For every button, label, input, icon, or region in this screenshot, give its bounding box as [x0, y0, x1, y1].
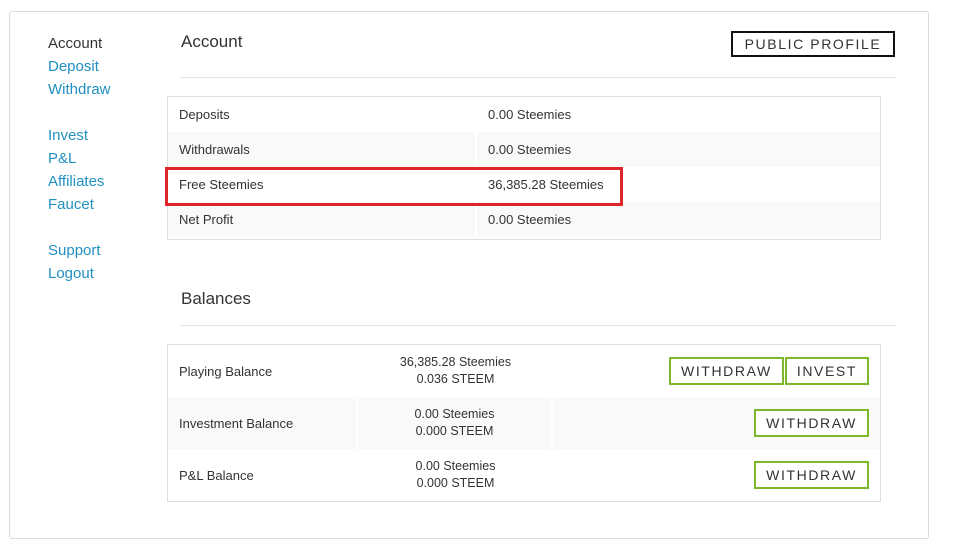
balance-steem: 0.000 STEEM	[415, 424, 494, 438]
row-label: Withdrawals	[168, 132, 477, 167]
investment-withdraw-button[interactable]: WITHDRAW	[754, 409, 869, 437]
table-row: Playing Balance 36,385.28 Steemies 0.036…	[168, 345, 880, 397]
table-row: Withdrawals 0.00 Steemies	[168, 132, 880, 167]
table-row: P&L Balance 0.00 Steemies 0.000 STEEM WI…	[168, 449, 880, 501]
row-label: Deposits	[179, 107, 230, 122]
account-summary-table: Deposits 0.00 Steemies Withdrawals 0.00 …	[167, 96, 881, 240]
row-label: Free Steemies	[179, 177, 264, 192]
table-row: Net Profit 0.00 Steemies	[168, 202, 880, 237]
row-label: Net Profit	[168, 202, 477, 237]
row-value: 36,385.28 Steemies	[488, 177, 604, 192]
sidebar-item-account[interactable]: Account	[48, 32, 158, 55]
public-profile-button[interactable]: PUBLIC PROFILE	[731, 31, 895, 57]
sidebar-item-support[interactable]: Support	[48, 239, 158, 262]
account-divider	[180, 77, 896, 78]
balance-amounts: 0.00 Steemies 0.000 STEEM	[358, 449, 553, 501]
sidebar-item-logout[interactable]: Logout	[48, 262, 158, 285]
playing-invest-button[interactable]: INVEST	[784, 357, 869, 385]
row-value: 0.00 Steemies	[488, 107, 572, 122]
row-actions: WITHDRAW INVEST	[553, 345, 880, 397]
row-value: 0.00 Steemies	[477, 202, 880, 237]
row-label: Investment Balance	[168, 397, 358, 449]
pnl-withdraw-button[interactable]: WITHDRAW	[754, 461, 869, 489]
sidebar-item-deposit[interactable]: Deposit	[48, 55, 158, 78]
balance-steemies: 0.00 Steemies	[414, 407, 495, 421]
sidebar-item-invest[interactable]: Invest	[48, 124, 158, 147]
balances-section-title: Balances	[181, 289, 251, 308]
sidebar-nav: Account Deposit Withdraw Invest P&L Affi…	[48, 32, 158, 285]
balance-steemies: 36,385.28 Steemies	[399, 355, 512, 369]
balances-table: Playing Balance 36,385.28 Steemies 0.036…	[167, 344, 881, 502]
row-label: Playing Balance	[179, 363, 273, 379]
row-value: 0.00 Steemies	[477, 132, 880, 167]
sidebar-item-faucet[interactable]: Faucet	[48, 193, 158, 216]
table-row: Investment Balance 0.00 Steemies 0.000 S…	[168, 397, 880, 449]
balance-steem: 0.036 STEEM	[416, 372, 495, 386]
sidebar-item-withdraw[interactable]: Withdraw	[48, 78, 158, 101]
balance-steem: 0.000 STEEM	[416, 476, 495, 490]
table-row: Deposits 0.00 Steemies	[168, 97, 880, 132]
row-label: P&L Balance	[179, 467, 254, 483]
balance-steemies: 0.00 Steemies	[415, 459, 496, 473]
sidebar-item-pnl[interactable]: P&L	[48, 147, 158, 170]
table-row: Free Steemies 36,385.28 Steemies	[168, 167, 880, 202]
sidebar-item-affiliates[interactable]: Affiliates	[48, 170, 158, 193]
row-actions: WITHDRAW	[553, 449, 880, 501]
playing-withdraw-button[interactable]: WITHDRAW	[669, 357, 784, 385]
balances-divider	[180, 325, 896, 326]
row-actions: WITHDRAW	[553, 397, 880, 449]
account-section-title: Account	[181, 32, 243, 51]
balance-amounts: 0.00 Steemies 0.000 STEEM	[358, 397, 553, 449]
balance-amounts: 36,385.28 Steemies 0.036 STEEM	[358, 345, 553, 397]
